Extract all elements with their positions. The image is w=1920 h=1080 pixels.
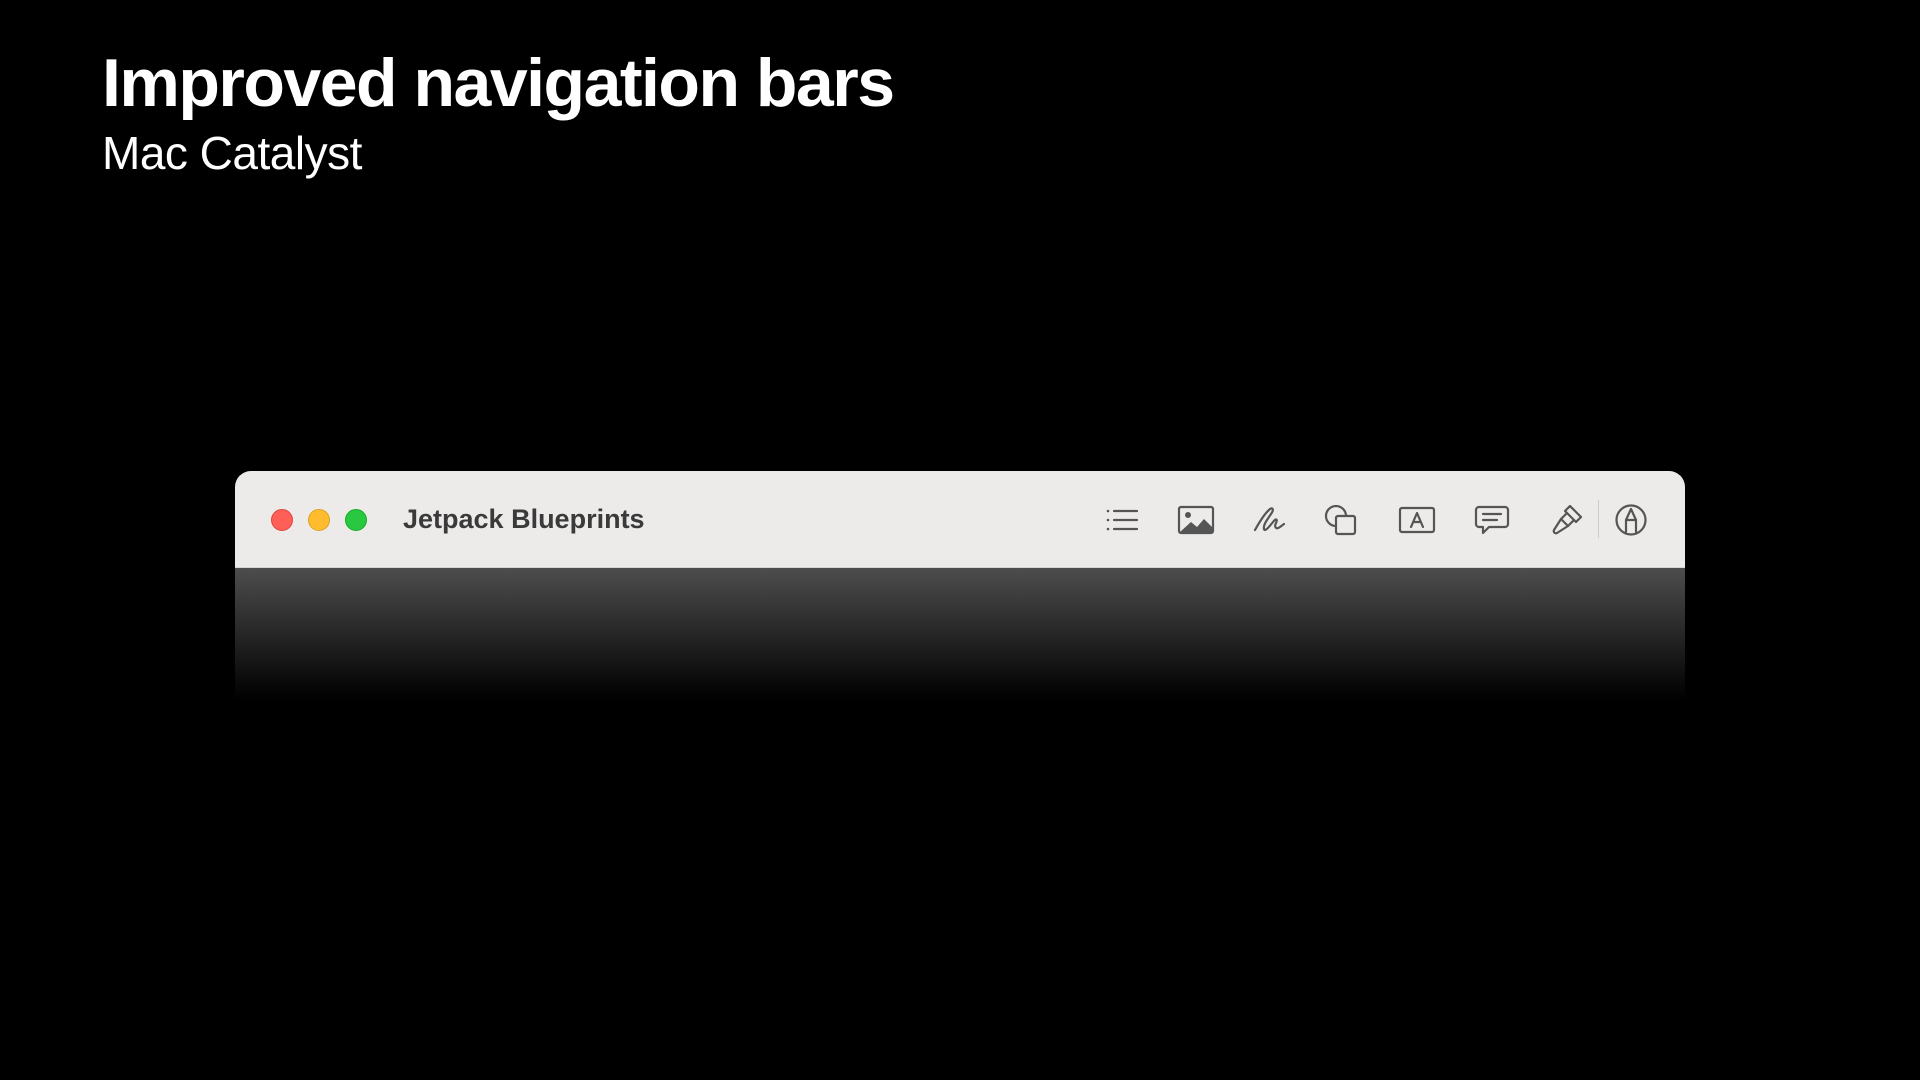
list-icon (1106, 509, 1139, 531)
markup-icon (1615, 504, 1647, 536)
shapes-button[interactable] (1318, 497, 1364, 543)
navigation-bar: Jetpack Blueprints (235, 471, 1685, 568)
shapes-icon (1324, 504, 1357, 536)
markup-button[interactable] (1608, 497, 1654, 543)
app-window: Jetpack Blueprints (235, 471, 1685, 701)
comment-button[interactable] (1469, 497, 1515, 543)
minimize-window-button[interactable] (308, 509, 330, 531)
photo-icon (1177, 505, 1215, 535)
slide-subtitle: Mac Catalyst (102, 127, 362, 179)
paintbrush-icon (1552, 504, 1583, 535)
zoom-window-button[interactable] (345, 509, 367, 531)
slide-title: Improved navigation bars (102, 45, 895, 121)
list-button[interactable] (1099, 497, 1145, 543)
scribble-icon (1253, 507, 1286, 532)
window-title: Jetpack Blueprints (403, 504, 645, 534)
insert-photo-button[interactable] (1173, 497, 1219, 543)
toolbar-divider (1598, 500, 1599, 538)
slide: Improved navigation bars Mac Catalyst Je… (0, 0, 1920, 1080)
draw-button[interactable] (1246, 497, 1292, 543)
text-box-button[interactable] (1394, 497, 1440, 543)
comment-icon (1474, 505, 1510, 535)
close-window-button[interactable] (271, 509, 293, 531)
text-box-icon (1398, 506, 1436, 534)
format-button[interactable] (1544, 497, 1590, 543)
window-content (235, 568, 1685, 701)
